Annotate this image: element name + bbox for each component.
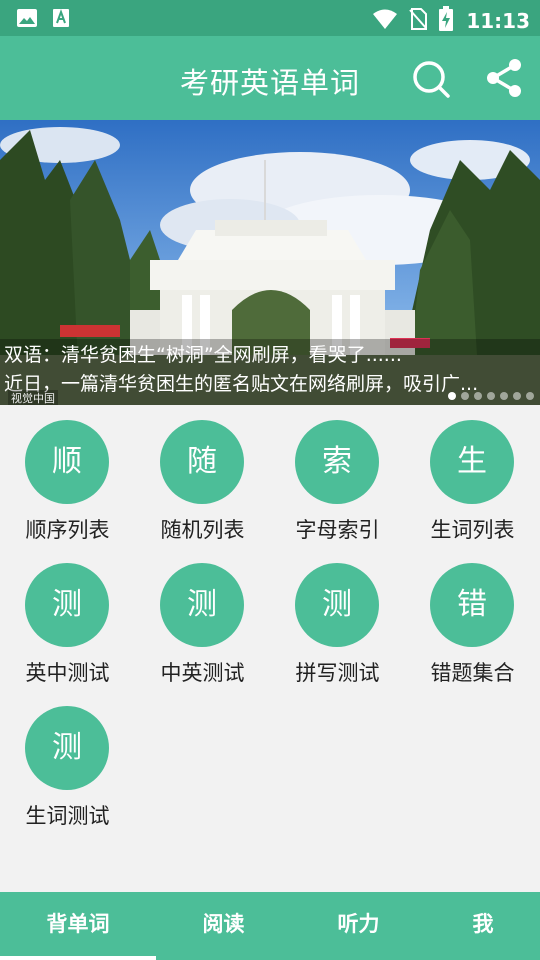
tab-listening[interactable]: 听力 (291, 892, 426, 960)
menu-item-label: 顺序列表 (25, 518, 110, 542)
status-bar: 11:13 (0, 0, 540, 36)
banner-page-dot (500, 392, 508, 400)
menu-item-icon: 索 (295, 420, 379, 504)
tab-reading[interactable]: 阅读 (156, 892, 291, 960)
menu-item-icon: 错 (430, 563, 514, 647)
share-icon (487, 59, 521, 97)
banner-watermark: 视觉中国 (8, 390, 58, 405)
menu-item-label: 生词列表 (430, 518, 515, 542)
banner-page-indicator (448, 392, 534, 400)
banner-page-dot (448, 392, 456, 400)
banner-page-dot (461, 392, 469, 400)
menu-item-random-list[interactable]: 随 随机列表 (135, 405, 270, 548)
menu-item-label: 生词测试 (25, 804, 110, 828)
bottom-nav: 背单词 阅读 听力 我 (0, 892, 540, 960)
app-title: 考研英语单词 (179, 66, 360, 100)
share-button[interactable] (484, 58, 524, 98)
menu-item-label: 随机列表 (160, 518, 245, 542)
app-a-icon (52, 8, 70, 32)
status-time: 11:13 (466, 9, 530, 33)
banner-page-dot (487, 392, 495, 400)
menu-item-icon: 测 (25, 706, 109, 790)
menu-item-spelling-test[interactable]: 测 拼写测试 (270, 548, 405, 691)
menu-item-icon: 生 (430, 420, 514, 504)
menu-item-alphabet-index[interactable]: 索 字母索引 (270, 405, 405, 548)
menu-item-wrong-answers[interactable]: 错 错题集合 (405, 548, 540, 691)
menu-item-cn-en-test[interactable]: 测 中英测试 (135, 548, 270, 691)
menu-item-icon: 测 (25, 563, 109, 647)
menu-item-icon: 测 (160, 563, 244, 647)
menu-item-en-cn-test[interactable]: 测 英中测试 (0, 548, 135, 691)
menu-item-sequential-list[interactable]: 顺 顺序列表 (0, 405, 135, 548)
banner-page-dot (474, 392, 482, 400)
menu-item-label: 错题集合 (430, 661, 515, 685)
search-icon (413, 61, 450, 98)
banner-page-dot (526, 392, 534, 400)
menu-item-label: 字母索引 (295, 518, 380, 542)
active-tab-indicator (0, 956, 156, 960)
search-button[interactable] (410, 58, 454, 102)
menu-item-label: 中英测试 (160, 661, 245, 685)
menu-item-label: 英中测试 (25, 661, 110, 685)
menu-item-icon: 测 (295, 563, 379, 647)
no-sim-icon (408, 7, 428, 35)
news-banner[interactable]: 双语：清华贫困生“树洞”全网刷屏，看哭了...... 近日，一篇清华贫困生的匿名… (0, 120, 540, 405)
menu-item-label: 拼写测试 (295, 661, 380, 685)
tab-me[interactable]: 我 (426, 892, 540, 960)
app-bar: 考研英语单词 (0, 36, 540, 120)
menu-item-icon: 顺 (25, 420, 109, 504)
menu-item-icon: 随 (160, 420, 244, 504)
image-icon (16, 8, 38, 32)
tab-vocabulary[interactable]: 背单词 (0, 892, 156, 960)
menu-item-new-words-test[interactable]: 测 生词测试 (0, 691, 135, 834)
menu-item-new-words-list[interactable]: 生 生词列表 (405, 405, 540, 548)
banner-headline: 双语：清华贫困生“树洞”全网刷屏，看哭了...... (4, 344, 402, 366)
banner-page-dot (513, 392, 521, 400)
battery-charging-icon (438, 6, 454, 36)
wifi-icon (372, 8, 398, 34)
